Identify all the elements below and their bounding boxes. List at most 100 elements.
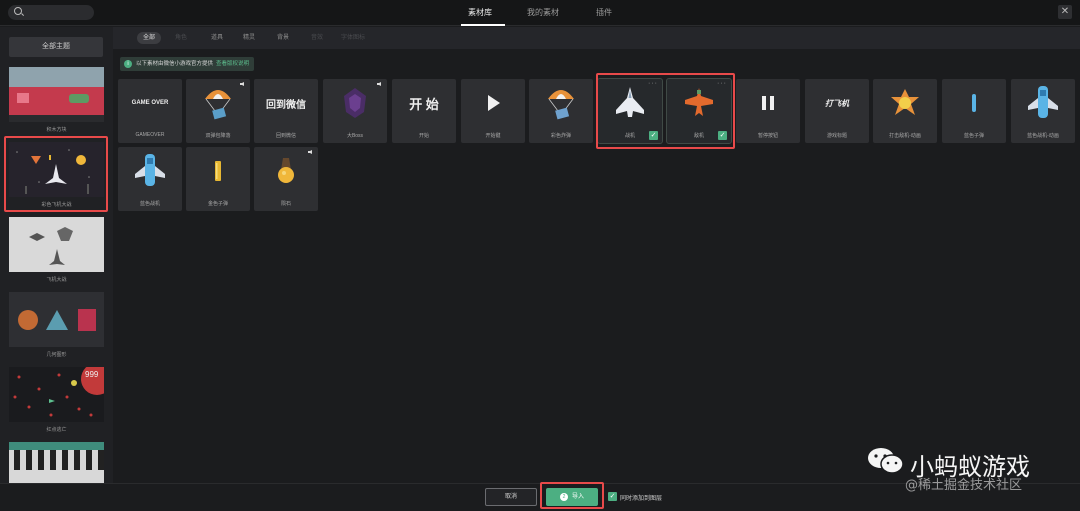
asset-name: 蓝色战机 <box>139 201 160 207</box>
asset-name: 蓝色战机-动画 <box>1027 133 1059 139</box>
pause-icon <box>762 96 774 110</box>
asset-wordmark: 回到微信 <box>266 99 306 111</box>
asset-wordmark: 打飞机 <box>825 98 849 108</box>
tab-my-materials[interactable]: 我的素材 <box>527 7 559 18</box>
import-button-highlight <box>540 482 604 509</box>
theme-label: 几何图形 <box>46 352 67 358</box>
close-button[interactable]: ✕ <box>1058 5 1072 19</box>
category-filter-bar: 全部 角色 道具 精灵 背景 音效 字体图标 <box>113 27 1080 49</box>
filter-chip-all[interactable]: 全部 <box>137 32 162 44</box>
parachute-icon <box>205 90 231 120</box>
asset-card[interactable]: GAME OVER GAMEOVER <box>118 79 182 143</box>
blue-fighter-icon <box>135 154 165 186</box>
asset-name: 大Boss <box>346 133 364 139</box>
tab-plugins[interactable]: 插件 <box>596 7 612 18</box>
copyright-link[interactable]: 查看版权说明 <box>216 61 249 67</box>
add-to-layer-checkbox[interactable]: ✓ <box>608 492 617 501</box>
theme-label: 红点逃亡 <box>46 427 67 433</box>
asset-name: GAMEOVER <box>135 132 165 138</box>
asset-image <box>186 147 250 195</box>
asset-image <box>942 79 1006 127</box>
asset-card[interactable]: 打飞机 游戏标题 <box>805 79 869 143</box>
selected-assets-highlight <box>596 73 735 149</box>
theme-sidebar: 全部主题 积木方块 彩色飞机大战 飞机大战 几何图形 999 红点逃亡 <box>0 27 113 483</box>
filter-chip[interactable]: 道具 <box>205 32 229 44</box>
boss-icon <box>344 88 366 118</box>
theme-item-geometry[interactable]: 几何图形 <box>9 292 104 358</box>
block-icon <box>17 93 29 103</box>
asset-image <box>529 79 593 127</box>
asset-card[interactable]: 打击敌机-动画 <box>873 79 937 143</box>
active-tab-indicator <box>461 24 505 26</box>
asset-wordmark: 开 始 <box>409 96 439 112</box>
play-icon <box>488 95 500 111</box>
watermark-subtitle: @稀土掘金技术社区 <box>905 478 1023 493</box>
theme-label: 积木方块 <box>46 127 67 133</box>
asset-image <box>736 79 800 127</box>
gold-bullet-icon <box>215 161 221 181</box>
asset-card[interactable]: 双弹包降落 <box>186 79 250 143</box>
cancel-button[interactable]: 取消 <box>485 488 537 506</box>
asset-name: 打击敌机-动画 <box>889 133 921 139</box>
asset-card[interactable]: 开 始 开始 <box>392 79 456 143</box>
filter-chip[interactable]: 精灵 <box>237 32 261 44</box>
piano-thumb <box>9 442 104 483</box>
theme-item-plane-war[interactable]: 飞机大战 <box>9 217 104 283</box>
score-label: 999 <box>85 370 99 379</box>
asset-image: 开 始 <box>392 79 456 127</box>
asset-name: 金色子弹 <box>207 201 228 207</box>
asset-card[interactable]: 陨石 <box>254 147 318 211</box>
material-library-window: 素材库 我的素材 插件 ✕ 全部主题 积木方块 彩色飞机大战 飞机大战 几何图形… <box>0 0 1080 511</box>
theme-thumb-sky <box>9 67 104 87</box>
asset-name: 暂停按钮 <box>757 133 778 139</box>
asset-name: 蓝色子弹 <box>963 133 984 139</box>
asset-image: GAME OVER <box>118 79 182 127</box>
tab-material-library[interactable]: 素材库 <box>468 7 492 18</box>
asset-card[interactable]: 开始键 <box>461 79 525 143</box>
add-to-layer-label: 同时添加到图层 <box>620 496 663 502</box>
theme-label: 飞机大战 <box>46 277 67 283</box>
top-bar: 素材库 我的素材 插件 ✕ <box>0 0 1080 26</box>
asset-image: 打飞机 <box>805 79 869 127</box>
selected-theme-highlight <box>4 136 108 212</box>
asset-card[interactable]: 蓝色战机 <box>118 147 182 211</box>
asset-card[interactable]: 彩色炸弹 <box>529 79 593 143</box>
blue-fighter-anim-icon <box>1028 86 1058 118</box>
notice-text: 以下素材由微信小游戏官方提供 <box>136 61 214 67</box>
asset-name: 游戏标题 <box>826 133 847 139</box>
asset-name: 回到微信 <box>275 133 296 139</box>
search-input[interactable] <box>8 5 94 20</box>
copyright-notice: i 以下素材由微信小游戏官方提供 查看版权说明 <box>120 57 255 71</box>
parachute-bomb-icon <box>548 90 574 120</box>
filter-chip[interactable]: 音效 <box>305 32 329 44</box>
all-topics-button[interactable]: 全部主题 <box>9 37 103 57</box>
asset-image <box>186 79 250 127</box>
asset-image <box>873 79 937 127</box>
wechat-icon <box>868 448 904 474</box>
asset-name: 开始键 <box>485 133 501 139</box>
asset-card[interactable]: 大Boss <box>323 79 387 143</box>
block-icon <box>69 94 89 103</box>
asset-card[interactable]: 金色子弹 <box>186 147 250 211</box>
theme-item-blocks[interactable]: 积木方块 <box>9 67 104 133</box>
asset-name: 开始 <box>418 133 429 139</box>
explosion-icon <box>891 89 919 115</box>
asset-name: 彩色炸弹 <box>550 133 571 139</box>
asset-name: 双弹包降落 <box>205 133 231 139</box>
asset-card[interactable]: 蓝色子弹 <box>942 79 1006 143</box>
asset-image <box>1011 79 1075 127</box>
asset-card[interactable]: 暂停按钮 <box>736 79 800 143</box>
filter-chip[interactable]: 角色 <box>169 32 193 44</box>
theme-item-red-dot[interactable]: 999 红点逃亡 <box>9 367 104 433</box>
search-icon <box>14 7 22 15</box>
asset-card[interactable]: 蓝色战机-动画 <box>1011 79 1075 143</box>
theme-item-piano[interactable] <box>9 442 104 483</box>
asset-image <box>254 147 318 195</box>
asset-card[interactable]: 回到微信 回到微信 <box>254 79 318 143</box>
info-icon: i <box>124 60 132 68</box>
close-icon: ✕ <box>1060 6 1070 17</box>
filter-chip[interactable]: 背景 <box>271 32 295 44</box>
asset-name: 陨石 <box>280 201 291 207</box>
geometry-thumb <box>18 309 96 331</box>
filter-chip[interactable]: 字体图标 <box>335 32 371 44</box>
